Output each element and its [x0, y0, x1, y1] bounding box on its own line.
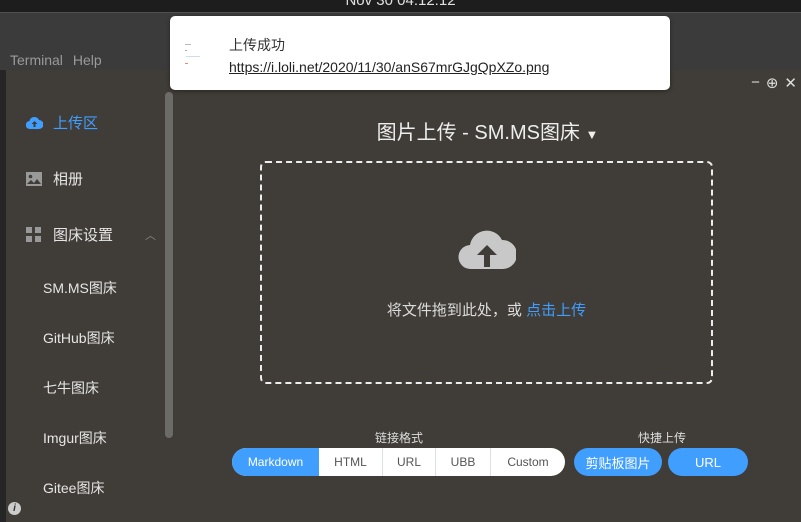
- image-icon: [26, 171, 43, 186]
- format-url[interactable]: URL: [382, 448, 435, 476]
- sidebar-subitem-qiniu[interactable]: 七牛图床: [43, 378, 99, 398]
- window-controls: − ⊕ ✕: [751, 74, 797, 92]
- drop-text: 将文件拖到此处，或: [386, 302, 527, 319]
- terminal-menu: Terminal Help: [10, 52, 112, 68]
- clipboard-upload-button[interactable]: 剪贴板图片: [574, 448, 662, 476]
- chevron-up-icon: ︿: [145, 229, 156, 242]
- format-html[interactable]: HTML: [319, 448, 382, 476]
- maximize-button[interactable]: ⊕: [766, 74, 779, 92]
- sidebar-subitem-github[interactable]: GitHub图床: [43, 328, 115, 348]
- sidebar-item-label: 相册: [53, 171, 84, 188]
- upload-title[interactable]: 图片上传 - SM.MS图床 ▼: [174, 116, 801, 145]
- link-format-selector: Markdown HTML URL UBB Custom: [232, 448, 565, 476]
- cloud-upload-icon: [26, 116, 43, 130]
- notification-url[interactable]: https://i.loli.net/2020/11/30/anS67mrGJg…: [229, 59, 549, 75]
- system-top-bar: Nov 30 04:12:12: [0, 0, 801, 12]
- cloud-upload-icon: [458, 225, 518, 276]
- sidebar-item-settings[interactable]: 图床设置 ︿: [26, 224, 156, 245]
- url-upload-button[interactable]: URL: [668, 448, 748, 476]
- sidebar-subitem-gitee[interactable]: Gitee图床: [43, 478, 104, 498]
- quick-upload-label: 快捷上传: [638, 431, 687, 445]
- minimize-button[interactable]: −: [751, 74, 760, 92]
- caret-down-icon: ▼: [585, 127, 599, 142]
- upload-drop-zone[interactable]: 将文件拖到此处，或 点击上传: [260, 161, 713, 384]
- sidebar-item-upload[interactable]: 上传区: [26, 112, 98, 133]
- notification-popup[interactable]: 上传成功 https://i.loli.net/2020/11/30/anS67…: [170, 16, 670, 90]
- picbed-title: 图片上传 - SM.MS图床: [376, 122, 580, 144]
- format-ubb[interactable]: UBB: [435, 448, 490, 476]
- close-button[interactable]: ✕: [784, 74, 797, 92]
- grid-icon: [26, 227, 43, 242]
- sidebar-item-label: 上传区: [53, 115, 99, 132]
- link-format-label: 链接格式: [375, 431, 424, 445]
- info-icon[interactable]: i: [8, 502, 21, 515]
- clock: Nov 30 04:12:12: [345, 0, 456, 9]
- sidebar-scrollbar[interactable]: [165, 92, 173, 438]
- sidebar-subitem-imgur[interactable]: Imgur图床: [43, 428, 107, 448]
- sidebar: 上传区 相册 图床设置 ︿ SM.MS图床 GitHub图床 七牛图床 Imgu…: [6, 70, 174, 522]
- sidebar-item-album[interactable]: 相册: [26, 168, 83, 189]
- app-icon: [184, 36, 214, 66]
- format-custom[interactable]: Custom: [490, 448, 565, 476]
- sidebar-subitem-smms[interactable]: SM.MS图床: [43, 278, 117, 298]
- click-upload-link[interactable]: 点击上传: [526, 302, 586, 319]
- format-markdown[interactable]: Markdown: [232, 448, 319, 476]
- notification-title: 上传成功: [229, 37, 285, 53]
- menu-terminal[interactable]: Terminal: [10, 52, 63, 68]
- menu-help[interactable]: Help: [73, 52, 102, 68]
- sidebar-item-label: 图床设置: [53, 227, 114, 244]
